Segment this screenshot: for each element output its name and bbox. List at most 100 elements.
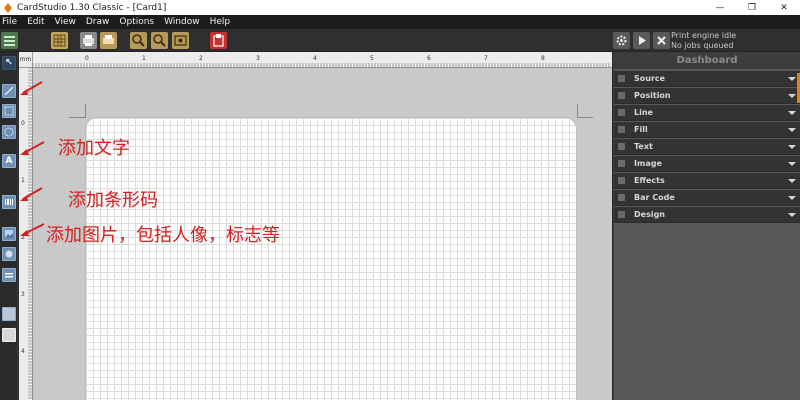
ruler-label: 4: [313, 55, 317, 62]
print-button[interactable]: [80, 32, 97, 49]
layer-tool-icon[interactable]: [2, 268, 16, 282]
crop-guide: [577, 117, 593, 118]
chevron-down-icon[interactable]: [788, 177, 796, 185]
blank-tool-icon[interactable]: [2, 328, 16, 342]
play-button[interactable]: [633, 32, 650, 49]
rectangle-tool-icon[interactable]: [2, 104, 16, 118]
ruler-label: 7: [484, 55, 488, 62]
print-status-line2: No jobs queued: [671, 41, 734, 50]
section-label: Design: [634, 210, 665, 219]
dashboard-section-image[interactable]: Image: [614, 156, 800, 172]
menu-window[interactable]: Window: [164, 17, 200, 27]
menu-options[interactable]: Options: [119, 17, 154, 27]
menu-view[interactable]: View: [55, 17, 76, 27]
chevron-down-icon[interactable]: [788, 109, 796, 117]
section-label: Source: [634, 74, 666, 83]
print-setup-button[interactable]: [100, 32, 117, 49]
zoom-fit-button[interactable]: [172, 32, 189, 49]
dashboard-section-fill[interactable]: Fill: [614, 122, 800, 138]
minimize-button[interactable]: —: [704, 0, 736, 15]
menu-edit[interactable]: Edit: [27, 17, 44, 27]
section-marker-icon: [618, 143, 625, 150]
stop-button[interactable]: [653, 32, 670, 49]
ruler-unit: mm: [19, 52, 33, 68]
annotation-arrow: [20, 81, 43, 95]
section-label: Fill: [634, 125, 648, 134]
ellipse-tool-icon[interactable]: [2, 125, 16, 139]
annotation-arrow: [20, 187, 43, 201]
ruler-label: 0: [85, 55, 89, 62]
section-marker-icon: [618, 194, 625, 201]
image-tool-icon[interactable]: [2, 227, 16, 241]
section-label: Effects: [634, 176, 665, 185]
annotation-add-image: 添加图片，包括人像，标志等: [46, 225, 280, 246]
dashboard-section-effects[interactable]: Effects: [614, 173, 800, 189]
zoom-out-button[interactable]: [151, 32, 168, 49]
section-label: Line: [634, 108, 653, 117]
annotation-add-text: 添加文字: [58, 138, 130, 159]
chevron-down-icon[interactable]: [788, 143, 796, 151]
section-marker-icon: [618, 177, 625, 184]
chevron-down-icon[interactable]: [788, 75, 796, 83]
chevron-down-icon[interactable]: [788, 126, 796, 134]
left-tool-palette: ↖ A: [0, 52, 18, 400]
zoom-in-button[interactable]: [130, 32, 147, 49]
app-logo-icon: [3, 2, 13, 13]
section-label: Position: [634, 91, 671, 100]
pointer-glyph: ↖: [5, 58, 13, 68]
section-marker-icon: [618, 211, 625, 218]
ruler-label: 3: [256, 55, 260, 62]
shape-tool-icon[interactable]: [2, 247, 16, 261]
window-title: CardStudio 1.30 Classic - [Card1]: [17, 2, 167, 13]
dashboard-section-bar-code[interactable]: Bar Code: [614, 190, 800, 206]
ruler-label: 3: [21, 291, 25, 298]
annotation-add-barcode: 添加条形码: [68, 190, 158, 211]
print-status: Print engine idle No jobs queued: [671, 31, 736, 51]
pointer-icon[interactable]: ↖: [2, 56, 16, 70]
text-tool-icon[interactable]: A: [2, 154, 16, 168]
encode-button[interactable]: [210, 32, 227, 49]
dashboard-sections: Source Position Line Fill Text Image Effects Ba…: [614, 71, 800, 223]
dashboard-panel: Dashboard Source Position Line Fill Text Imag…: [613, 52, 800, 400]
dashboard-section-design[interactable]: Design: [614, 207, 800, 223]
section-marker-icon: [618, 160, 625, 167]
chevron-down-icon[interactable]: [788, 92, 796, 100]
close-button[interactable]: ✕: [768, 0, 800, 15]
section-marker-icon: [618, 92, 625, 99]
ruler-label: 2: [199, 55, 203, 62]
section-marker-icon: [618, 126, 625, 133]
dashboard-section-line[interactable]: Line: [614, 105, 800, 121]
menu-draw[interactable]: Draw: [86, 17, 110, 27]
ruler-label: 6: [427, 55, 431, 62]
cardstudio-window: CardStudio 1.30 Classic - [Card1] — ❐ ✕ …: [0, 0, 800, 400]
annotation-arrow: [20, 223, 45, 236]
section-marker-icon: [618, 109, 625, 116]
ruler-label: 8: [541, 55, 545, 62]
menu-file[interactable]: File: [2, 17, 17, 27]
grid-button[interactable]: [51, 32, 68, 49]
chevron-down-icon[interactable]: [788, 160, 796, 168]
barcode-tool-icon[interactable]: [2, 195, 16, 209]
crop-guide: [85, 104, 86, 118]
dashboard-section-position[interactable]: Position: [614, 88, 800, 104]
line-tool-icon[interactable]: [2, 84, 16, 98]
menu-bar: File Edit View Draw Options Window Help: [0, 15, 800, 29]
top-ruler: 0 1 2 3 4 5 6 7 8: [19, 52, 612, 68]
settings-gear-button[interactable]: [613, 32, 630, 49]
dashboard-toggle-button[interactable]: [1, 32, 18, 49]
ruler-label: 4: [21, 348, 25, 355]
dashboard-section-text[interactable]: Text: [614, 139, 800, 155]
chevron-down-icon[interactable]: [788, 194, 796, 202]
text-tool-glyph: A: [5, 156, 13, 166]
dashboard-title: Dashboard: [614, 52, 800, 69]
ruler-label: 1: [142, 55, 146, 62]
title-bar: CardStudio 1.30 Classic - [Card1] — ❐ ✕: [0, 0, 800, 15]
chevron-down-icon[interactable]: [788, 211, 796, 219]
layout-tool-icon[interactable]: [2, 307, 16, 321]
card-design-surface[interactable]: [85, 117, 577, 400]
section-label: Text: [634, 142, 653, 151]
dashboard-section-source[interactable]: Source: [614, 71, 800, 87]
menu-help[interactable]: Help: [210, 17, 231, 27]
section-label: Image: [634, 159, 662, 168]
maximize-button[interactable]: ❐: [736, 0, 768, 15]
